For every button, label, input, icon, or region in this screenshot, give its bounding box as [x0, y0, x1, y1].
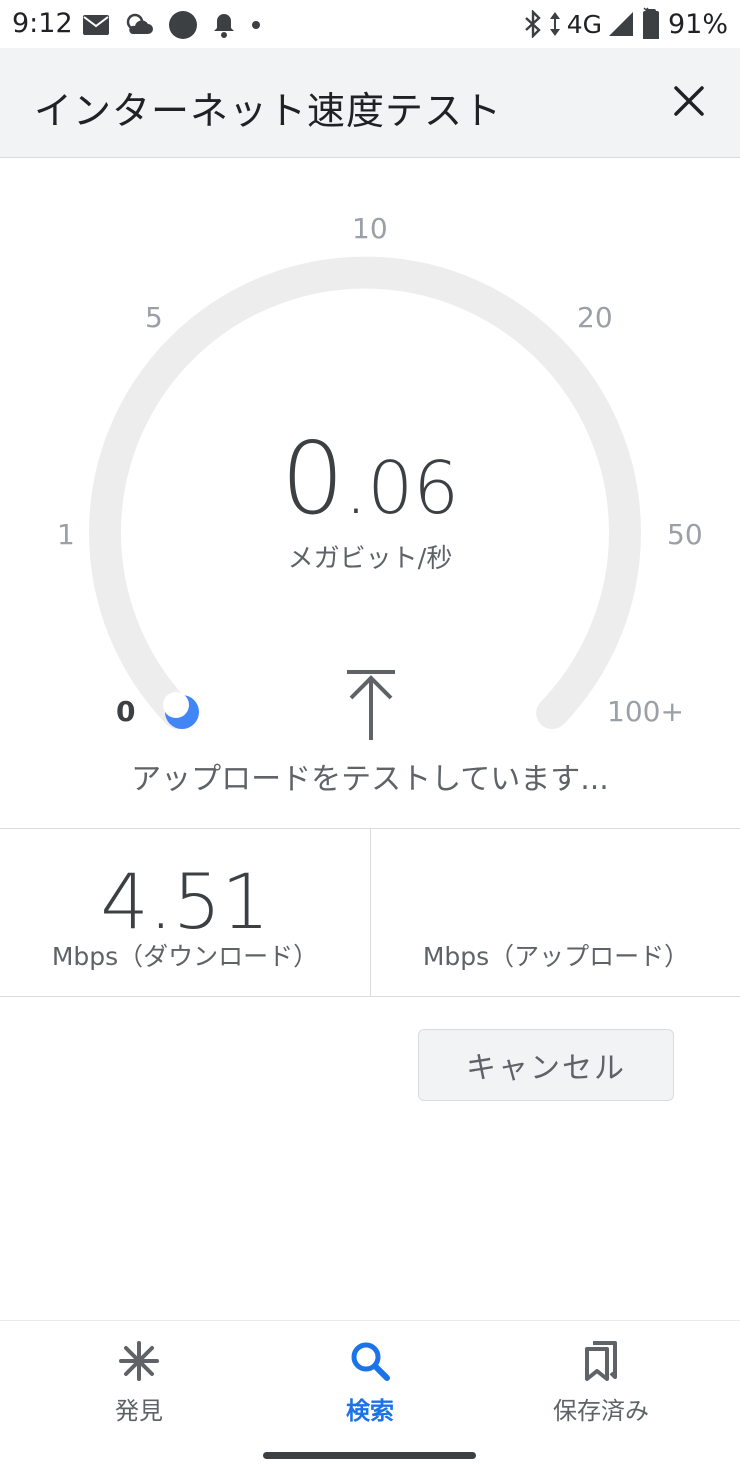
nav-item-discover[interactable]: 発見	[16, 1339, 262, 1449]
status-time: 9:12	[12, 8, 73, 39]
tick-10: 10	[352, 212, 388, 245]
upload-arrow-icon	[347, 670, 395, 740]
battery-percent: 91%	[667, 8, 728, 40]
bell-icon	[214, 14, 234, 38]
download-value: 4.51	[100, 857, 270, 946]
status-bar: 9:12 4G 91%	[0, 0, 740, 48]
nav-label-saved: 保存済み	[553, 1397, 649, 1425]
search-icon	[351, 1342, 390, 1381]
current-speed-decimal: .06	[344, 446, 460, 530]
speed-unit: メガビット/秒	[287, 544, 453, 574]
bookmarks-icon	[585, 1341, 617, 1381]
current-speed: 0.06	[0, 420, 740, 537]
tick-5: 5	[145, 301, 163, 334]
tick-0: 0	[116, 695, 136, 728]
home-indicator[interactable]	[263, 1452, 476, 1459]
weather-icon	[126, 13, 153, 34]
gauge-indicator-knob	[163, 692, 189, 718]
tick-20: 20	[577, 301, 613, 334]
page-title: インターネット速度テスト	[34, 89, 503, 133]
current-speed-integer: 0	[280, 420, 345, 537]
download-label: Mbps（ダウンロード）	[51, 942, 319, 971]
results-panel: 4.51 Mbps（ダウンロード） Mbps（アップロード）	[0, 828, 740, 997]
circle-icon	[169, 11, 197, 39]
download-result: 4.51 Mbps（ダウンロード）	[0, 829, 370, 996]
nav-item-saved[interactable]: 保存済み	[478, 1339, 724, 1449]
bluetooth-icon	[524, 10, 541, 38]
nav-label-discover: 発見	[115, 1397, 163, 1425]
tick-100: 100+	[607, 695, 684, 728]
network-type: 4G	[566, 9, 602, 39]
close-icon[interactable]	[664, 76, 714, 126]
dot-icon	[252, 21, 260, 29]
status-icons-left	[82, 10, 262, 40]
data-arrows-icon	[549, 12, 560, 36]
status-icons-right: 4G 91%	[523, 6, 728, 42]
mail-icon	[83, 15, 109, 35]
upload-label: Mbps（アップロード）	[422, 942, 690, 971]
battery-icon	[642, 7, 659, 39]
speed-gauge: 0 1 5 10 20 50 100+ 0.06 メガビット/秒 アップロードを…	[0, 158, 740, 828]
nav-label-search: 検索	[346, 1397, 394, 1425]
asterisk-icon	[119, 1341, 159, 1381]
signal-icon	[608, 12, 633, 36]
nav-item-search[interactable]: 検索	[247, 1339, 493, 1449]
test-status-text: アップロードをテストしています...	[131, 762, 609, 797]
app-bar: インターネット速度テスト	[0, 48, 740, 158]
upload-result: Mbps（アップロード）	[370, 829, 740, 996]
cancel-button[interactable]: キャンセル	[418, 1029, 674, 1101]
